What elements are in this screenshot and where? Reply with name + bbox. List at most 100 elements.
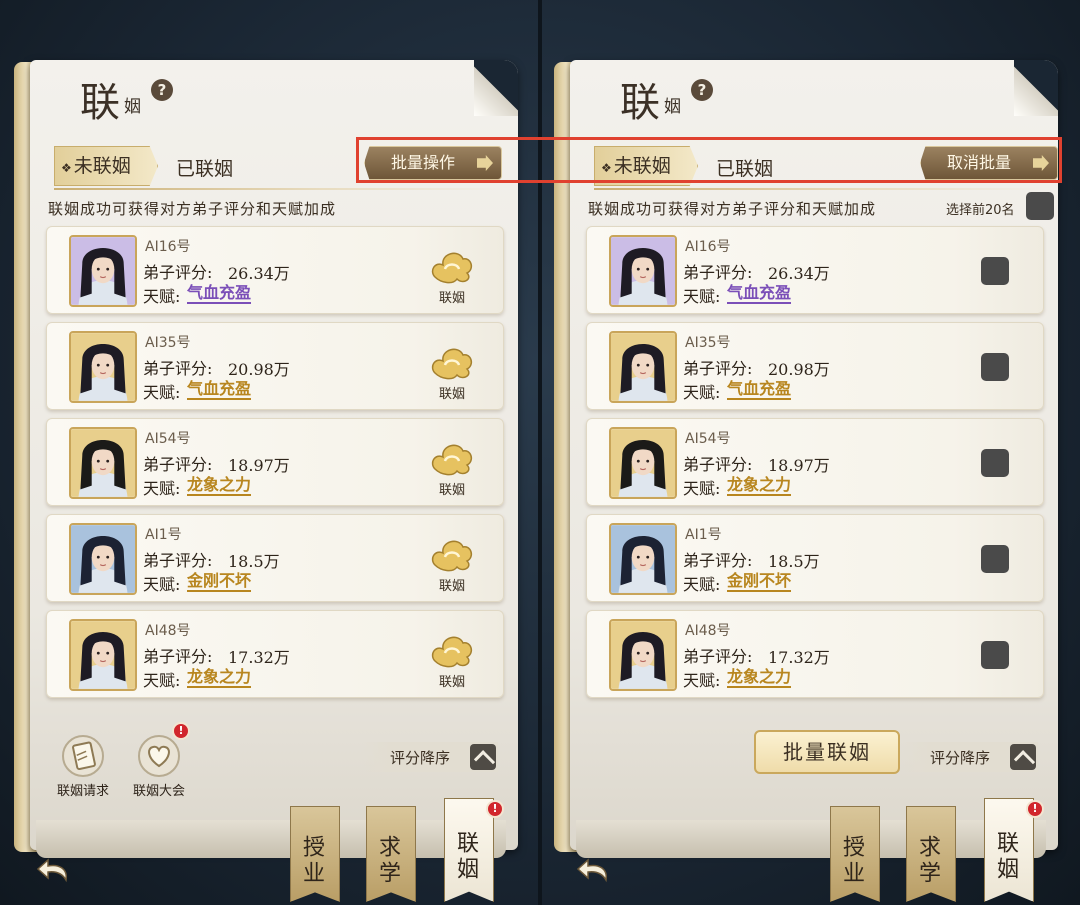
select-checkbox[interactable] [981,257,1009,285]
cloud-icon [431,540,473,572]
tab-divider [594,188,1044,190]
marry-button[interactable]: 联姻 [427,439,477,503]
score-value: 18.97万 [228,456,290,475]
disciple-name: AI48号 [145,623,191,639]
select-top20-label: 选择前20名 [946,203,1015,218]
cloud-icon [431,252,473,284]
marriage-request-button[interactable]: 联姻请求 [48,734,118,804]
talent-label: 天赋: [143,575,181,594]
disciple-name: AI16号 [145,239,191,255]
avatar [69,619,137,691]
tab-divider [54,188,504,190]
hearts-icon [138,735,180,777]
tab-study[interactable]: 求学 [906,806,956,902]
help-icon[interactable]: ? [151,79,173,101]
score-label: 弟子评分: [143,455,213,474]
talent-value[interactable]: 龙象之力 [727,475,792,496]
list-item[interactable]: AI48号 弟子评分: 17.32万 天赋: 龙象之力 [586,610,1044,698]
marry-button[interactable]: 联姻 [427,247,477,311]
select-checkbox[interactable] [981,353,1009,381]
page-title-sub: 姻 [664,97,681,117]
select-checkbox[interactable] [981,545,1009,573]
talent-label: 天赋: [683,287,721,306]
notification-badge: ! [172,722,190,740]
avatar [609,235,677,307]
list-item[interactable]: AI54号 弟子评分: 18.97万 天赋: 龙象之力 [586,418,1044,506]
talent-value[interactable]: 龙象之力 [187,667,252,688]
talent-value[interactable]: 金刚不坏 [187,571,252,592]
talent-value[interactable]: 气血充盈 [727,379,792,400]
select-checkbox[interactable] [981,641,1009,669]
sort-dropdown[interactable]: 评分降序 [362,742,498,772]
avatar [609,427,677,499]
talent-label: 天赋: [683,575,721,594]
tab-teach[interactable]: 授业 [290,806,340,902]
score-value: 20.98万 [768,360,830,379]
page-title: 联 [620,80,662,126]
avatar-portrait [611,621,675,689]
cloud-icon [431,636,473,668]
talent-label: 天赋: [143,383,181,402]
select-checkbox[interactable] [981,449,1009,477]
disciple-name: AI16号 [685,239,731,255]
talent-value[interactable]: 气血充盈 [727,283,792,304]
back-button[interactable] [576,856,616,886]
right-screen: 联 姻 ? ❖ 未联姻 已联姻 取消批量 联姻成功可获得对方弟子评分和天赋加成 选… [540,0,1080,905]
list-item[interactable]: AI35号 弟子评分: 20.98万 天赋: 气血充盈 [586,322,1044,410]
avatar [69,523,137,595]
list-item[interactable]: AI35号 弟子评分: 20.98万 天赋: 气血充盈 联姻 [46,322,504,410]
avatar [609,523,677,595]
talent-value[interactable]: 气血充盈 [187,283,252,304]
sort-dropdown[interactable]: 评分降序 [902,742,1038,772]
chevron-up-icon[interactable] [1010,744,1036,770]
sort-label: 评分降序 [390,749,451,767]
select-top20-checkbox[interactable] [1026,192,1054,220]
score-label: 弟子评分: [143,551,213,570]
marry-button[interactable]: 联姻 [427,631,477,695]
chevron-up-icon[interactable] [470,744,496,770]
tab-unmarried-label: 未联姻 [73,155,131,177]
talent-value[interactable]: 龙象之力 [187,475,252,496]
talent-label: 天赋: [143,287,181,306]
marriage-request-label: 联姻请求 [56,784,109,799]
tab-study[interactable]: 求学 [366,806,416,902]
marry-label: 联姻 [438,291,465,306]
list-item[interactable]: AI16号 弟子评分: 26.34万 天赋: 气血充盈 [586,226,1044,314]
marry-button[interactable]: 联姻 [427,343,477,407]
list-item[interactable]: AI54号弟子评分: 18.97万天赋: 龙象之力 联姻 [46,418,504,506]
talent-label: 天赋: [143,479,181,498]
score-label: 弟子评分: [683,455,753,474]
list-item[interactable]: AI16号 弟子评分: 26.34万 天赋: 气血充盈 联姻 [46,226,504,314]
marriage-conference-button[interactable]: 联姻大会 [124,734,194,804]
talent-label: 天赋: [683,479,721,498]
avatar [69,331,137,403]
avatar-portrait [71,525,135,593]
disciple-name: AI1号 [145,527,182,543]
list-item[interactable]: AI1号弟子评分: 18.5万天赋: 金刚不坏 联姻 [46,514,504,602]
talent-value[interactable]: 龙象之力 [727,667,792,688]
list-item[interactable]: AI1号 弟子评分: 18.5万 天赋: 金刚不坏 [586,514,1044,602]
score-value: 17.32万 [768,648,830,667]
list-item[interactable]: AI48号 弟子评分: 17.32万 天赋: 龙象之力 联姻 [46,610,504,698]
tab-unmarried[interactable]: ❖ 未联姻 [54,146,158,186]
sort-label: 评分降序 [930,749,991,767]
back-arrow-icon [576,858,607,883]
help-icon[interactable]: ? [691,79,713,101]
marry-button[interactable]: 联姻 [427,535,477,599]
back-button[interactable] [36,856,76,886]
marriage-conference-label: 联姻大会 [132,784,185,799]
score-label: 弟子评分: [683,647,753,666]
score-value: 18.97万 [768,456,830,475]
batch-marry-button[interactable]: 批量联姻 [754,730,900,774]
score-label: 弟子评分: [143,359,213,378]
tab-teach[interactable]: 授业 [830,806,880,902]
disciple-name: AI54号 [145,431,191,447]
tab-married[interactable]: 已联姻 [176,154,233,181]
talent-value[interactable]: 金刚不坏 [727,571,792,592]
page-title-sub: 姻 [124,97,141,117]
marry-label: 联姻 [438,579,465,594]
avatar-portrait [611,525,675,593]
score-value: 18.5万 [768,552,820,571]
score-value: 18.5万 [228,552,280,571]
talent-value[interactable]: 气血充盈 [187,379,252,400]
